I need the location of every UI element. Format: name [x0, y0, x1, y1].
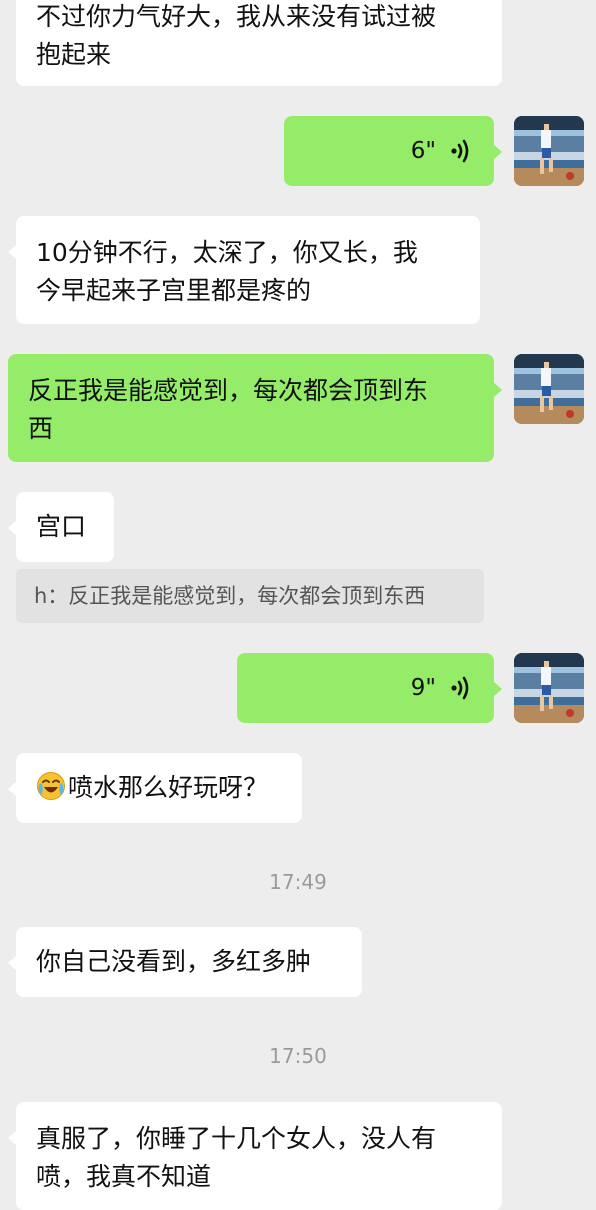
voice-message[interactable]: 6" — [284, 116, 502, 186]
message-text: 你自己没看到，多红多肿 — [36, 947, 312, 976]
incoming-message[interactable]: 你自己没看到，多红多肿 — [8, 927, 362, 997]
voice-duration: 6" — [410, 138, 436, 164]
outgoing-message[interactable]: 反正我是能感觉到，每次都会顶到东 西 — [8, 354, 502, 462]
message-text: 喷水那么好玩呀？ — [68, 773, 269, 802]
message-text-line: 西 — [28, 414, 54, 443]
quoted-reply[interactable]: h：反正我是能感觉到，每次都会顶到东西 — [16, 569, 484, 623]
basketball-player-avatar — [514, 354, 584, 424]
timestamp: 17:50 — [269, 1044, 327, 1068]
message-text-line: 今早起来子宫里都是疼的 — [36, 276, 312, 305]
avatar[interactable] — [514, 653, 584, 723]
incoming-message[interactable]: 喷水那么好玩呀？ — [8, 753, 302, 823]
basketball-player-avatar — [514, 653, 584, 723]
incoming-message[interactable]: 10分钟不行，太深了，你又长，我 今早起来子宫里都是疼的 — [8, 216, 480, 324]
incoming-message[interactable]: 宫口 — [8, 492, 114, 562]
voice-message[interactable]: 9" — [237, 653, 502, 723]
quote-text: h：反正我是能感觉到，每次都会顶到东西 — [34, 584, 426, 608]
crying-laughing-emoji-icon — [37, 772, 65, 800]
message-text-line: 不过你力气好大，我从来没有试过被 — [36, 2, 437, 31]
voice-duration: 9" — [410, 675, 436, 701]
message-text-line: 喷，我真不知道 — [36, 1162, 212, 1191]
message-text-line: 真服了，你睡了十几个女人，没人有 — [36, 1124, 437, 1153]
message-text-line: 抱起来 — [36, 40, 112, 69]
incoming-message[interactable]: 真服了，你睡了十几个女人，没人有 喷，我真不知道 — [8, 1102, 502, 1210]
message-text: 宫口 — [36, 512, 87, 541]
message-text-line: 反正我是能感觉到，每次都会顶到东 — [28, 376, 429, 405]
avatar[interactable] — [514, 116, 584, 186]
message-text-line: 10分钟不行，太深了，你又长，我 — [36, 238, 418, 267]
voice-wave-icon — [451, 139, 469, 163]
basketball-player-avatar — [514, 116, 584, 186]
voice-wave-icon — [451, 676, 469, 700]
incoming-message[interactable]: 不过你力气好大，我从来没有试过被 抱起来 — [16, 0, 502, 86]
timestamp: 17:49 — [269, 870, 327, 894]
avatar[interactable] — [514, 354, 584, 424]
